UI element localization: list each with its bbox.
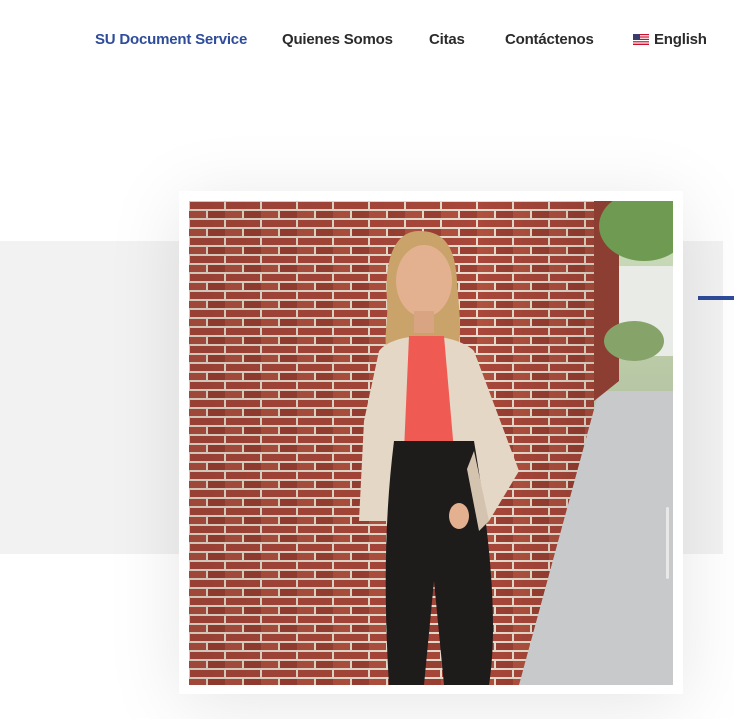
- nav-contactenos[interactable]: Contáctenos: [505, 31, 594, 48]
- language-switcher-english[interactable]: English: [654, 31, 707, 48]
- nav-citas[interactable]: Citas: [429, 31, 465, 48]
- portrait-photo: [189, 201, 673, 685]
- hero-photo-frame: [179, 191, 683, 694]
- photo-scrollbar[interactable]: [666, 507, 669, 579]
- top-navigation: SU Document Service Quienes Somos Citas …: [0, 0, 734, 80]
- nav-su-document-service[interactable]: SU Document Service: [95, 31, 247, 48]
- us-flag-icon[interactable]: [633, 34, 649, 45]
- accent-divider: [698, 296, 734, 300]
- nav-quienes-somos[interactable]: Quienes Somos: [282, 31, 393, 48]
